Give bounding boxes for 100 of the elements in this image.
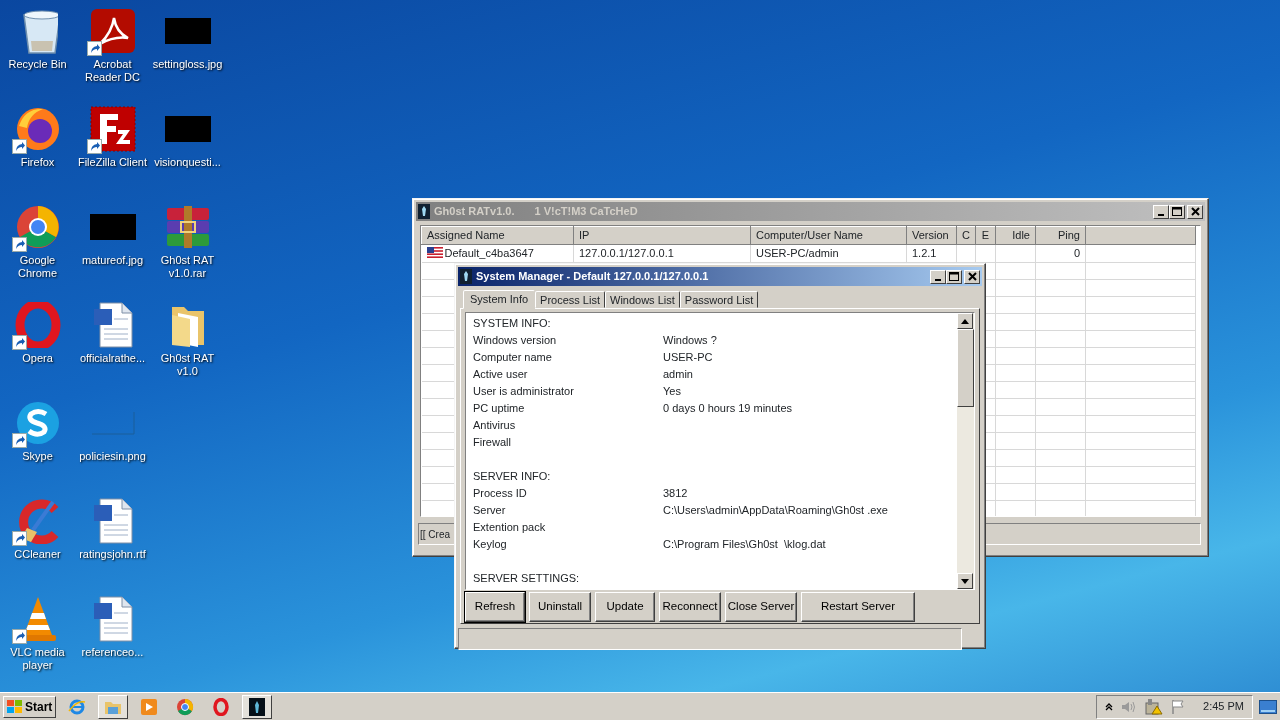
minimize-icon	[1158, 213, 1164, 216]
column-header[interactable]: Computer/User Name	[750, 226, 907, 245]
column-header[interactable]: Ping	[1035, 226, 1086, 245]
info-label: Extention pack	[473, 520, 547, 535]
desktop-icon-label[interactable]: Firefox	[20, 156, 55, 169]
info-label: Windows version	[473, 333, 558, 348]
desktop-icon-label[interactable]: Gh0st RAT v1.0	[160, 352, 215, 378]
column-header[interactable]: IP	[573, 226, 751, 245]
minimize-button[interactable]	[930, 269, 946, 284]
close-icon	[967, 272, 977, 281]
column-header[interactable]: Assigned Name	[421, 226, 574, 245]
scroll-up-button[interactable]	[957, 313, 973, 329]
pdf-icon[interactable]	[89, 8, 136, 54]
desktop-icon-label[interactable]: Google Chrome	[17, 254, 58, 280]
archive-books-icon[interactable]	[164, 204, 211, 250]
maximize-button[interactable]	[946, 269, 962, 284]
tab[interactable]: Password List	[679, 291, 759, 308]
info-label: PC uptime	[473, 401, 526, 416]
action-button[interactable]: Update	[595, 592, 655, 622]
chrome-icon[interactable]	[14, 204, 61, 250]
image-thumbnail[interactable]	[164, 18, 211, 44]
section-heading: SERVER INFO:	[473, 469, 552, 484]
info-label: Computer name	[473, 350, 553, 365]
desktop-icon-label[interactable]: Recycle Bin	[8, 58, 67, 71]
table-cell: USER-PC/admin	[756, 247, 839, 259]
action-button[interactable]: Restart Server	[801, 592, 915, 622]
action-button[interactable]: Close Server	[725, 592, 797, 622]
maximize-button[interactable]	[1169, 204, 1185, 219]
browser-e-icon	[68, 697, 87, 716]
action-button[interactable]: Reconnect	[659, 592, 721, 622]
up-arrow-icon	[961, 318, 969, 324]
close-icon	[1190, 207, 1200, 216]
app-icon	[418, 204, 430, 219]
column-header[interactable]: E	[975, 226, 996, 245]
chevron-up-icon[interactable]	[1105, 702, 1114, 711]
flag-icon[interactable]	[1171, 698, 1186, 715]
flag-icon	[426, 247, 443, 258]
start-button[interactable]: Start	[3, 695, 57, 718]
column-header[interactable]: Idle	[995, 226, 1036, 245]
window-subtitle: 1 V!cT!M3 CaTcHeD	[534, 204, 638, 220]
taskbar-button[interactable]	[98, 694, 129, 719]
table-cell: 0	[1073, 247, 1080, 259]
document-icon[interactable]	[91, 497, 134, 545]
skype-icon[interactable]	[14, 400, 61, 446]
document-icon[interactable]	[91, 595, 134, 643]
minimize-button[interactable]	[1153, 204, 1169, 219]
table-cell: 127.0.0.1/127.0.0.1	[579, 247, 674, 259]
desktop-icon-label[interactable]: Acrobat Reader DC	[85, 58, 140, 84]
close-button[interactable]	[964, 269, 980, 284]
fox-globe-icon[interactable]	[14, 106, 61, 152]
desktop-icon-label[interactable]: Skype	[22, 450, 53, 463]
file-transfer-icon[interactable]	[89, 106, 136, 152]
image-thumbnail[interactable]	[89, 214, 136, 240]
desktop-icon-label[interactable]: Opera	[22, 352, 53, 365]
desktop-icon-label[interactable]: visionquesti...	[154, 156, 221, 169]
action-button[interactable]: Refresh	[465, 592, 525, 622]
action-button[interactable]: Uninstall	[529, 592, 591, 622]
maximize-icon	[949, 272, 959, 281]
window-title: System Manager - Default 127.0.0.1/127.0.0.1	[476, 269, 709, 285]
image-thumbnail[interactable]	[164, 116, 211, 142]
opera-ring-icon	[212, 697, 231, 716]
scroll-down-button[interactable]	[957, 573, 973, 589]
desktop-icon-label[interactable]: VLC media player	[10, 646, 65, 672]
table-cell: Default_c4ba3647	[444, 247, 534, 259]
tab[interactable]: Windows List	[605, 291, 680, 308]
desktop-icon-label[interactable]: Gh0st RAT v1.0.rar	[160, 254, 215, 280]
network-warning-icon[interactable]	[1145, 698, 1164, 715]
info-value: Yes	[663, 384, 681, 399]
desktop-icon-label[interactable]: officialrathe...	[79, 352, 146, 365]
scrollbar[interactable]	[957, 313, 974, 589]
desktop-icon-label[interactable]: referenceo...	[81, 646, 144, 659]
info-value: C:\Program Files\Gh0st \klog.dat	[663, 537, 826, 552]
info-value: C:\Users\admin\AppData\Roaming\Gh0st .exe	[663, 503, 888, 518]
app-icon	[460, 269, 472, 284]
info-label: Firewall	[473, 435, 512, 450]
image-thumbnail[interactable]	[89, 410, 136, 436]
maximize-icon	[1172, 207, 1182, 216]
column-header[interactable]: Version	[906, 226, 957, 245]
info-value: Windows ?	[663, 333, 717, 348]
desktop-icon-label[interactable]: settingloss.jpg	[152, 58, 223, 71]
close-button[interactable]	[1187, 204, 1203, 219]
desktop-icon-label[interactable]: CCleaner	[14, 548, 61, 561]
table-cell: 1.2.1	[912, 247, 937, 259]
desktop-icon-label[interactable]: ratingsjohn.rtf	[79, 548, 146, 561]
taskbar-button[interactable]	[242, 694, 273, 719]
desktop-icon-label[interactable]: matureof.jpg	[81, 254, 144, 267]
info-label: Keylog	[473, 537, 508, 552]
minimize-icon	[935, 278, 941, 281]
chrome-icon	[176, 697, 195, 716]
info-value: 3812	[663, 486, 688, 501]
opera-ring-icon[interactable]	[14, 302, 61, 348]
document-icon[interactable]	[91, 301, 134, 349]
desktop-icon-label[interactable]: FileZilla Client	[77, 156, 148, 169]
clock[interactable]: 2:45 PM	[1203, 698, 1244, 715]
desktop-icon-label[interactable]: policiesin.png	[79, 450, 146, 463]
scroll-thumb[interactable]	[957, 329, 974, 407]
tab[interactable]: Process List	[535, 291, 605, 308]
info-value: USER-PC	[663, 350, 713, 365]
show-desktop-icon[interactable]	[1259, 699, 1277, 714]
tab[interactable]: System Info	[463, 290, 536, 309]
